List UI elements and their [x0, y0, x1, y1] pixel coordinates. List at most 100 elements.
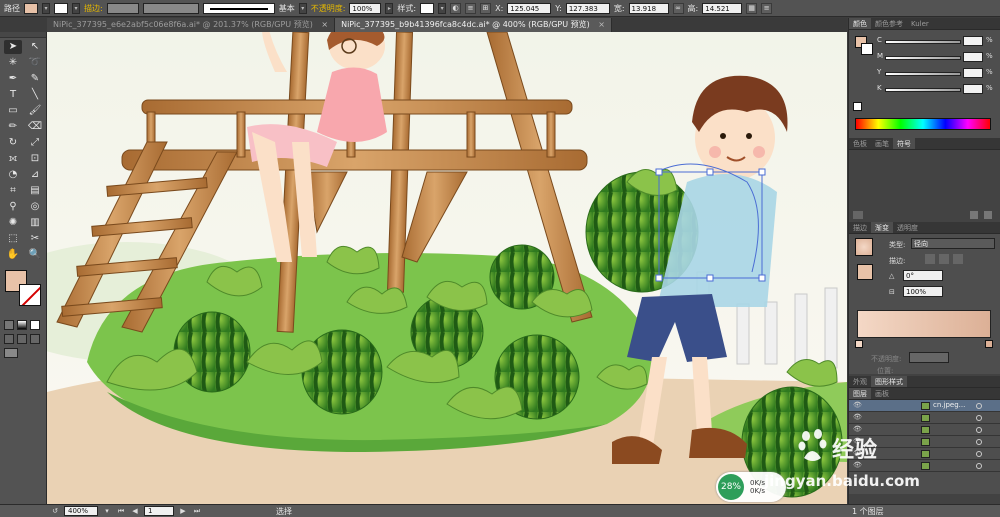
channel-m-track[interactable]: [885, 56, 961, 60]
close-icon[interactable]: ×: [321, 20, 328, 29]
tab-artboards[interactable]: 画板: [871, 388, 893, 399]
tab-gradient[interactable]: 渐变: [871, 222, 893, 233]
artboard-tool-icon[interactable]: ⬚: [4, 232, 22, 246]
grid-icon[interactable]: ▦: [746, 2, 758, 14]
slice-tool-icon[interactable]: ✂: [26, 232, 44, 246]
stroke-dropdown-icon[interactable]: ▾: [72, 2, 80, 14]
artboard-number-field[interactable]: 1: [144, 506, 174, 516]
blend-tool-icon[interactable]: ◎: [26, 200, 44, 214]
shape-builder-tool-icon[interactable]: ◔: [4, 168, 22, 182]
toolbar-stroke-swatch[interactable]: [19, 284, 41, 306]
direct-selection-tool-icon[interactable]: ↖: [26, 40, 44, 54]
stroke-weight-field[interactable]: [106, 2, 139, 14]
artboard-canvas[interactable]: [47, 32, 847, 504]
slider-y[interactable]: Y %: [849, 66, 1000, 80]
type-tool-icon[interactable]: T: [4, 88, 22, 102]
stroke-swatch[interactable]: [54, 2, 68, 14]
gradient-type-select[interactable]: 径向: [911, 238, 995, 249]
layer-target-icon[interactable]: [976, 439, 982, 445]
curvature-tool-icon[interactable]: ✎: [26, 72, 44, 86]
first-artboard-icon[interactable]: ⏮: [116, 507, 126, 516]
perspective-grid-tool-icon[interactable]: ⊿: [26, 168, 44, 182]
width-tool-icon[interactable]: ⟗: [4, 152, 22, 166]
gradient-tool-icon[interactable]: ▤: [26, 184, 44, 198]
brush-dropdown-icon[interactable]: ▾: [298, 2, 307, 14]
panel-menu-icon[interactable]: ≡: [761, 2, 773, 14]
layer-row[interactable]: 👁 cn.jpeg...: [849, 400, 1000, 412]
visibility-eye-icon[interactable]: 👁: [853, 449, 862, 457]
layer-name[interactable]: cn.jpeg...: [933, 401, 965, 409]
tab-color-guide[interactable]: 颜色参考: [871, 18, 907, 29]
channel-m-value[interactable]: [963, 52, 983, 62]
zoom-field[interactable]: 400%: [64, 506, 98, 516]
last-artboard-icon[interactable]: ⏭: [192, 507, 202, 516]
lasso-tool-icon[interactable]: ➰: [26, 56, 44, 70]
layer-row[interactable]: 👁: [849, 412, 1000, 424]
rotate-tool-icon[interactable]: ↻: [4, 136, 22, 150]
rotate-view-icon[interactable]: ↺: [50, 507, 60, 515]
pencil-tool-icon[interactable]: ✏: [4, 120, 22, 134]
fill-dropdown-icon[interactable]: ▾: [42, 2, 50, 14]
draw-inside-icon[interactable]: [30, 334, 40, 344]
column-graph-tool-icon[interactable]: ▥: [26, 216, 44, 230]
reverse-gradient-icon[interactable]: [857, 264, 873, 280]
tab-kuler[interactable]: Kuler: [907, 18, 933, 29]
channel-y-track[interactable]: [885, 72, 961, 76]
document-tab-2[interactable]: NiPic_377395_b9b41396fca8c4dc.ai* @ 400%…: [335, 18, 612, 32]
none-swatch-icon[interactable]: [853, 102, 862, 111]
fill-swatch[interactable]: [24, 2, 38, 14]
selection-tool-icon[interactable]: ➤: [4, 40, 22, 54]
slider-m[interactable]: M %: [849, 50, 1000, 64]
close-icon[interactable]: ×: [598, 20, 605, 29]
stroke-gradient-icon-3[interactable]: [953, 254, 963, 264]
tab-swatches[interactable]: 色板: [849, 138, 871, 149]
transform-icon[interactable]: ⊞: [480, 2, 492, 14]
scale-tool-icon[interactable]: ⤢: [26, 136, 44, 150]
free-transform-tool-icon[interactable]: ⊡: [26, 152, 44, 166]
gradient-stop-right[interactable]: [985, 340, 993, 348]
slider-c[interactable]: C %: [849, 34, 1000, 48]
color-spectrum[interactable]: [855, 118, 991, 130]
new-symbol-icon[interactable]: [970, 211, 978, 219]
gradient-mode-icon[interactable]: [17, 320, 27, 330]
symbol-library-icon[interactable]: [853, 211, 863, 219]
channel-k-track[interactable]: [885, 88, 961, 92]
layer-target-icon[interactable]: [976, 427, 982, 433]
tab-color[interactable]: 颜色: [849, 18, 871, 29]
tab-transparency[interactable]: 透明度: [893, 222, 922, 233]
rectangle-tool-icon[interactable]: ▭: [4, 104, 22, 118]
gradient-aspect-field[interactable]: 100%: [903, 286, 943, 297]
paintbrush-tool-icon[interactable]: 🖌: [26, 104, 44, 118]
height-field[interactable]: 14.521: [702, 2, 743, 14]
x-field[interactable]: 125.045: [507, 2, 552, 14]
gradient-stop-left[interactable]: [855, 340, 863, 348]
zoom-tool-icon[interactable]: 🔍: [26, 248, 44, 262]
tab-symbols[interactable]: 符号: [893, 138, 915, 149]
layer-target-icon[interactable]: [976, 463, 982, 469]
layer-row[interactable]: 👁: [849, 424, 1000, 436]
recolor-icon[interactable]: ◐: [450, 2, 462, 14]
tab-graphic-styles[interactable]: 图形样式: [871, 376, 907, 387]
stroke-gradient-icon-2[interactable]: [939, 254, 949, 264]
visibility-eye-icon[interactable]: 👁: [853, 413, 862, 421]
layer-target-icon[interactable]: [976, 451, 982, 457]
slider-k[interactable]: K %: [849, 82, 1000, 96]
y-field[interactable]: 127.383: [565, 2, 610, 14]
tab-appearance[interactable]: 外观: [849, 376, 871, 387]
align-icon[interactable]: ≡: [465, 2, 477, 14]
none-mode-icon[interactable]: [30, 320, 40, 330]
magic-wand-tool-icon[interactable]: ✳: [4, 56, 22, 70]
brush-definition-preview[interactable]: [202, 2, 275, 14]
gradient-angle-field[interactable]: 0°: [903, 270, 943, 281]
opacity-field[interactable]: 100%: [349, 2, 382, 14]
visibility-eye-icon[interactable]: 👁: [853, 461, 862, 469]
visibility-eye-icon[interactable]: 👁: [853, 437, 862, 445]
style-dropdown-icon[interactable]: ▾: [438, 2, 447, 14]
visibility-eye-icon[interactable]: 👁: [853, 425, 862, 433]
layer-row[interactable]: 👁: [849, 448, 1000, 460]
layer-row[interactable]: 👁: [849, 460, 1000, 472]
layer-target-icon[interactable]: [976, 415, 982, 421]
gradient-opacity-field[interactable]: [909, 352, 949, 363]
symbol-sprayer-tool-icon[interactable]: ✺: [4, 216, 22, 230]
color-mode-icon[interactable]: [4, 320, 14, 330]
